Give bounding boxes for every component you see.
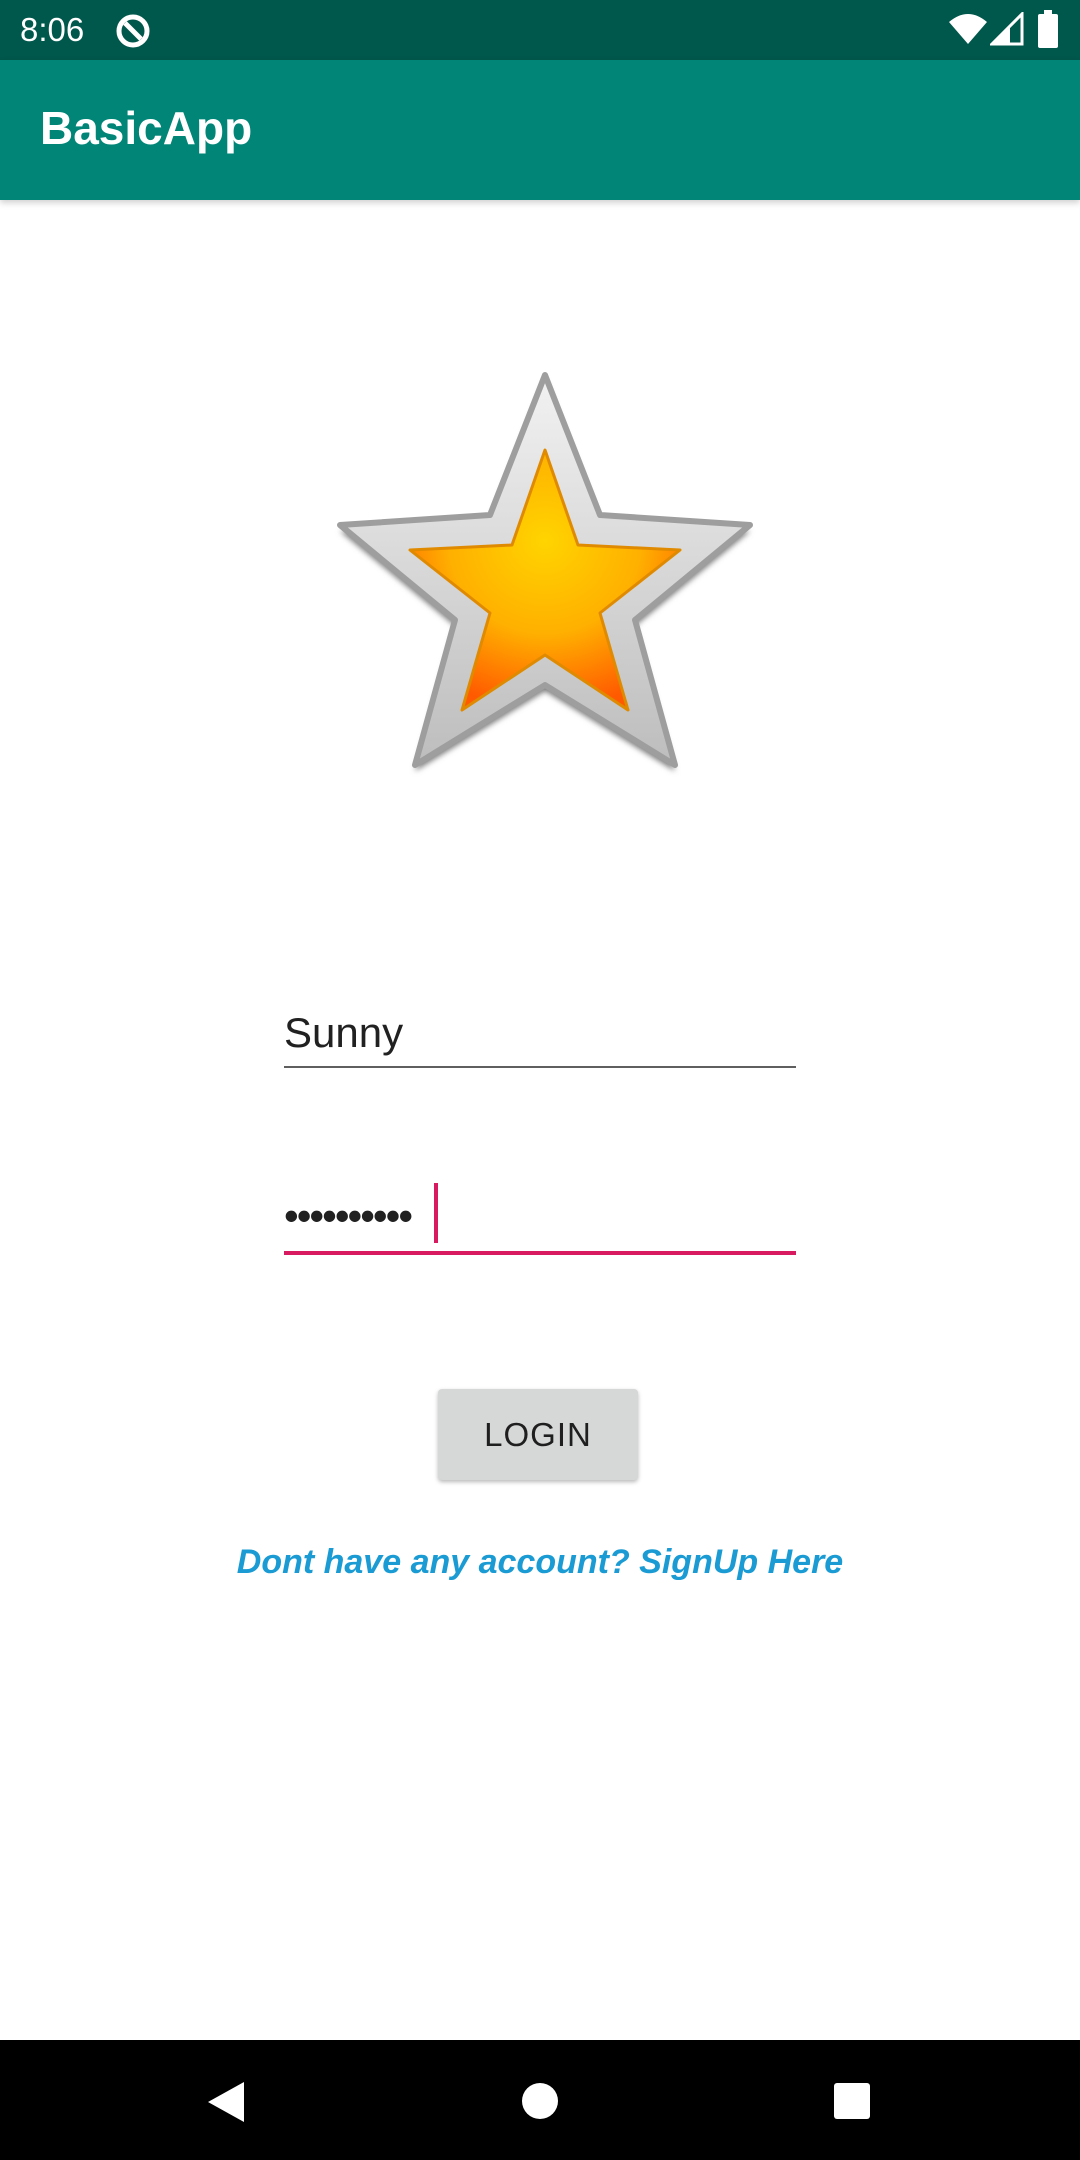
username-underline [284, 1066, 796, 1068]
password-underline [284, 1251, 796, 1255]
text-cursor [434, 1183, 438, 1243]
app-title: BasicApp [40, 102, 253, 154]
signup-link[interactable]: Dont have any account? SignUp Here [0, 1540, 1080, 1584]
wifi-icon [949, 14, 987, 44]
login-button[interactable]: LOGIN [438, 1389, 638, 1480]
status-time: 8:06 [20, 11, 85, 48]
battery-icon [1038, 10, 1058, 48]
back-triangle-icon[interactable] [206, 2080, 246, 2124]
star-icon [337, 372, 753, 771]
recents-square-icon[interactable] [832, 2081, 872, 2121]
data-saver-icon [116, 14, 150, 48]
login-screen: 8:06 BasicApp Sunny •••••••••• LOGIN Don… [0, 0, 1080, 2160]
username-value: Sunny [284, 1009, 404, 1056]
home-circle-icon[interactable] [520, 2081, 560, 2121]
username-field[interactable]: Sunny [284, 990, 796, 1070]
cell-signal-icon [990, 12, 1024, 46]
app-bar: BasicApp [0, 60, 1080, 200]
password-value: •••••••••• [284, 1192, 413, 1239]
status-bar: 8:06 [0, 0, 1080, 60]
password-field[interactable]: •••••••••• [284, 1175, 796, 1255]
